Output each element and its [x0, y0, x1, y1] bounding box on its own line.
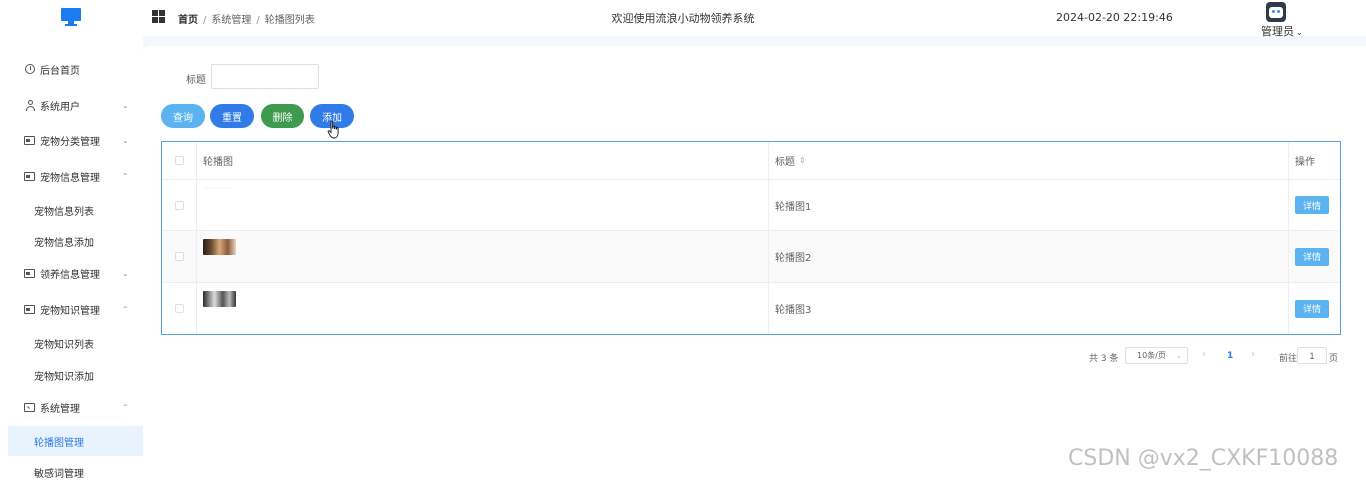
table-row: 轮播图3 详情	[162, 283, 1340, 334]
sidebar-item-pet-info-add[interactable]: 宠物信息添加	[0, 226, 143, 256]
card-icon	[24, 268, 35, 279]
chevron-up-icon: ⌃	[122, 171, 129, 181]
avatar[interactable]	[1266, 2, 1286, 22]
sidebar-item-pet-category[interactable]: 宠物分类管理 ⌄	[0, 124, 143, 156]
sort-icon[interactable]: ⇕	[799, 156, 806, 165]
sidebar-item-dashboard[interactable]: 后台首页	[0, 53, 143, 85]
sidebar-item-pet-knowledge[interactable]: 宠物知识管理 ⌃	[0, 293, 143, 325]
chevron-down-icon: ⌄	[122, 100, 129, 110]
top-header: 首页 / 系统管理 / 轮播图列表 欢迎使用流浪小动物领养系统 2024-02-20 2…	[0, 0, 1366, 39]
sidebar-item-sensitive-words[interactable]: 敏感词管理	[0, 457, 143, 482]
sidebar-item-pet-info[interactable]: 宠物信息管理 ⌃	[0, 160, 143, 192]
sidebar-item-pet-info-list[interactable]: 宠物信息列表	[0, 195, 143, 225]
table-header-row: 轮播图 标题 ⇕ 操作	[162, 142, 1340, 180]
row-title: 轮播图3	[769, 283, 1289, 334]
sidebar-item-adoption[interactable]: 领养信息管理 ⌄	[0, 257, 143, 289]
row-title: 轮播图1	[769, 180, 1289, 230]
row-checkbox[interactable]	[174, 200, 184, 210]
detail-button[interactable]: 详情	[1295, 299, 1329, 318]
sidebar-item-knowledge-add[interactable]: 宠物知识添加	[0, 360, 143, 390]
sidebar-item-system-manage[interactable]: 系统管理 ⌃	[0, 391, 143, 423]
detail-button[interactable]: 详情	[1295, 196, 1329, 214]
select-all-checkbox[interactable]	[174, 156, 184, 165]
page-size-select[interactable]: 10条/页 ⌄	[1125, 347, 1188, 364]
datetime: 2024-02-20 22:19:46	[1056, 11, 1173, 24]
clock-icon	[24, 64, 35, 75]
carousel-table: 轮播图 标题 ⇕ 操作 轮播图1 详情 轮播图2 详情 轮播图3 详情	[161, 141, 1341, 335]
column-header-op: 操作	[1295, 157, 1315, 168]
row-title: 轮播图2	[769, 231, 1289, 282]
user-menu[interactable]: 管理员 ⌄	[1261, 23, 1303, 39]
carousel-thumbnail[interactable]	[203, 239, 236, 255]
pager-page-suffix: 页	[1329, 354, 1339, 364]
pager-goto-label: 前往	[1279, 354, 1298, 364]
row-checkbox[interactable]	[174, 304, 184, 313]
breadcrumb-home[interactable]: 首页	[178, 15, 198, 26]
carousel-thumbnail[interactable]	[203, 187, 233, 189]
watermark: CSDN @vx2_CXKF10088	[1068, 446, 1339, 471]
user-icon	[24, 99, 35, 111]
sidebar-item-carousel[interactable]: 轮播图管理	[8, 426, 143, 456]
chevron-down-icon: ⌄	[1176, 351, 1182, 360]
query-button[interactable]: 查询	[161, 104, 205, 128]
pager-goto-input[interactable]	[1297, 347, 1327, 364]
breadcrumb-system[interactable]: 系统管理	[211, 15, 251, 26]
chevron-up-icon: ⌃	[122, 402, 129, 412]
chevron-down-icon: ⌄	[122, 268, 129, 278]
chevron-down-icon: ⌄	[1296, 28, 1303, 37]
card-icon	[24, 171, 35, 182]
user-name: 管理员	[1261, 25, 1294, 38]
row-checkbox[interactable]	[174, 252, 184, 261]
column-header-title[interactable]: 标题 ⇕	[769, 142, 1289, 179]
next-page-icon[interactable]: ›	[1251, 349, 1255, 360]
sidebar: 后台首页 系统用户 ⌄ 宠物分类管理 ⌄ 宠物信息管理 ⌃ 宠物信息列表 宠物信…	[0, 36, 143, 482]
table-row: 轮播图1 详情	[162, 180, 1340, 231]
grid-menu-icon[interactable]	[152, 10, 165, 23]
chevron-down-icon: ⌄	[122, 135, 129, 145]
search-title-label: 标题	[186, 75, 206, 86]
page-number[interactable]: 1	[1227, 351, 1233, 361]
folder-icon	[24, 402, 35, 413]
pager-total: 共 3 条	[1089, 354, 1119, 364]
delete-button[interactable]: 删除	[261, 104, 304, 128]
breadcrumb: 首页 / 系统管理 / 轮播图列表	[178, 15, 315, 26]
column-header-image: 轮播图	[197, 142, 769, 179]
detail-button[interactable]: 详情	[1295, 247, 1329, 266]
search-title-input[interactable]	[211, 64, 319, 89]
sidebar-item-system-users[interactable]: 系统用户 ⌄	[0, 89, 143, 121]
hand-pointer-icon	[327, 120, 339, 139]
card-icon	[24, 304, 35, 315]
table-row: 轮播图2 详情	[162, 231, 1340, 283]
reset-button[interactable]: 重置	[210, 104, 254, 128]
monitor-logo-icon	[61, 8, 81, 26]
prev-page-icon[interactable]: ‹	[1202, 349, 1206, 360]
sidebar-item-knowledge-list[interactable]: 宠物知识列表	[0, 328, 143, 358]
chevron-up-icon: ⌃	[122, 304, 129, 314]
carousel-thumbnail[interactable]	[203, 291, 236, 307]
card-icon	[24, 135, 35, 146]
breadcrumb-current: 轮播图列表	[264, 15, 315, 26]
